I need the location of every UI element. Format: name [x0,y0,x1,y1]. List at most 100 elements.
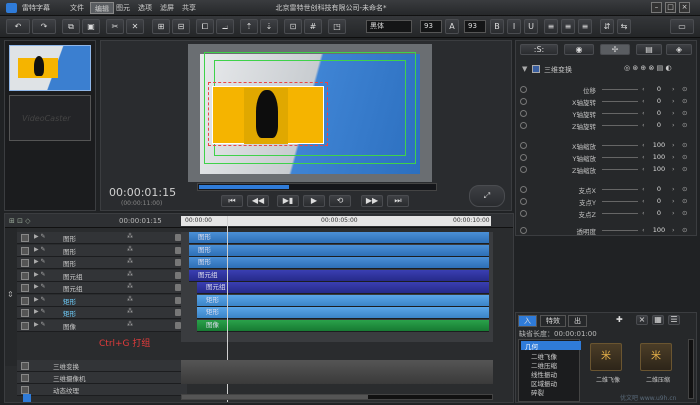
prop-row[interactable]: Y轴旋转 ‹ 0 › ⊙ [520,109,692,119]
expand-icon[interactable]: ▶ ✎ [34,258,46,265]
prop-slider[interactable] [602,157,638,158]
prop-row[interactable]: 支点X ‹ 0 › ⊙ [520,185,692,195]
extra-layer-row[interactable]: 动态纹理 [17,384,187,396]
keyframe-icon[interactable] [520,86,527,93]
decrease-icon[interactable]: ‹ [642,85,645,93]
increase-icon[interactable]: › [672,165,675,173]
library-tab-out[interactable]: 出 [568,315,587,327]
keyframe-icon[interactable] [520,98,527,105]
loop-icon[interactable]: ⟲ [329,195,351,207]
text-align-center-icon[interactable]: ≡ [561,19,575,34]
layer-down-icon[interactable]: ⇣ [260,19,278,34]
font-size-field-2[interactable]: 93 [464,20,486,33]
undo-icon[interactable]: ↶ [6,19,30,34]
visibility-checkbox[interactable] [21,284,29,292]
layer-row[interactable]: ▶ ✎ 图形 ⁂ [17,232,187,244]
decrease-icon[interactable]: ‹ [642,197,645,205]
close-icon[interactable]: × [679,2,690,13]
expand-icon[interactable]: ▶ ✎ [34,308,46,315]
preview-canvas[interactable] [188,44,432,182]
prop-collapse-icon[interactable]: ▼ [522,65,527,73]
decrease-icon[interactable]: ‹ [642,97,645,105]
keyframe-icon[interactable] [520,166,527,173]
library-tab-effect[interactable]: 特效 [540,315,566,327]
track-clip[interactable]: 图元组 [189,269,489,282]
keyframe-icon[interactable] [520,186,527,193]
layer-up-icon[interactable]: ⇡ [240,19,258,34]
increase-icon[interactable]: › [672,153,675,161]
library-tab-in[interactable]: 入 [518,315,537,327]
library-close-icon[interactable]: × [636,315,648,325]
prop-slider[interactable] [602,101,638,102]
menu-element[interactable]: 图元 [112,2,134,14]
goto-start-icon[interactable]: ⏮ [221,195,243,207]
effect-folder-icon[interactable]: 米 [590,343,622,371]
increase-icon[interactable]: › [672,109,675,117]
effect-track[interactable] [181,360,493,384]
keyframe-icon[interactable] [520,227,527,234]
reset-icon[interactable]: ⊙ [682,121,687,129]
reset-icon[interactable]: ⊙ [682,153,687,161]
prop-header-icons[interactable]: ◎ ⊛ ⊕ ⊗ ▤ ◐ [624,64,672,72]
expand-icon[interactable]: ▶ ✎ [34,233,46,240]
prop-slider[interactable] [602,113,638,114]
track-clip[interactable]: 图形 [189,244,489,257]
underline-icon[interactable]: U [524,19,538,34]
visibility-checkbox[interactable] [21,271,29,280]
expand-icon[interactable]: ▶ ✎ [34,283,46,290]
increase-icon[interactable]: › [672,209,675,217]
minimize-icon[interactable]: – [651,2,662,13]
play-icon[interactable]: ▶ [303,195,325,207]
monitor-icon[interactable]: ▭ [670,19,694,34]
category-item[interactable]: 二维飞像 [527,351,587,361]
reset-icon[interactable]: ⊙ [682,85,687,93]
expand-icon[interactable]: ▶ ✎ [34,321,46,328]
ungroup-icon[interactable]: ⧡ [216,19,234,34]
zoom-icon[interactable] [23,394,31,402]
reset-icon[interactable]: ⊙ [682,165,687,173]
category-item[interactable]: 碎裂 [527,387,587,397]
text-horizontal-icon[interactable]: ⇆ [617,19,631,34]
layer-row[interactable]: ▶ ✎ 图元组 ⁂ [17,269,187,282]
menu-options[interactable]: 选项 [134,2,156,14]
text-align-left-icon[interactable]: ≡ [544,19,558,34]
step-play-icon[interactable]: ▶▮ [277,195,299,207]
decrease-icon[interactable]: ‹ [642,165,645,173]
scrollbar-thumb[interactable] [182,395,368,399]
prop-slider[interactable] [602,201,638,202]
paste-icon[interactable]: ▣ [82,19,100,34]
lock-icon[interactable]: ⊡ [284,19,302,34]
track-clip[interactable]: 图形 [189,257,489,269]
preview-scrubber[interactable] [197,183,437,191]
prop-row[interactable]: Y轴缩放 ‹ 100 › ⊙ [520,153,692,163]
delete-icon[interactable]: ✕ [126,19,144,34]
category-item[interactable]: 区域振动 [527,378,587,388]
prop-row[interactable]: X轴旋转 ‹ 0 › ⊙ [520,97,692,107]
move-icon[interactable]: ⇕ [7,290,14,299]
redo-icon[interactable]: ↷ [32,19,56,34]
prop-slider[interactable] [602,189,638,190]
reset-icon[interactable]: ⊙ [682,226,687,234]
reset-icon[interactable]: ⊙ [682,141,687,149]
thumbnail-page-2[interactable]: VideoCaster [9,95,91,141]
track-clip[interactable]: 矩形 [197,307,489,319]
reset-icon[interactable]: ⊙ [682,197,687,205]
category-item[interactable]: 线性振动 [527,369,587,379]
grid-icon[interactable]: # [304,19,322,34]
category-item[interactable]: 二维压缩 [527,360,587,370]
decrease-icon[interactable]: ‹ [642,109,645,117]
thumbnail-page-1[interactable] [9,45,91,91]
layer-row[interactable]: ▶ ✎ 图元组 ⁂ [17,282,187,294]
reset-icon[interactable]: ⊙ [682,97,687,105]
prop-value[interactable]: 100 [648,226,670,234]
track-clip[interactable]: 图元组 [197,282,489,294]
align-center-icon[interactable]: ⊟ [172,19,190,34]
prop-row[interactable]: Z轴缩放 ‹ 100 › ⊙ [520,165,692,175]
timeline-scrollbar[interactable] [181,394,493,400]
library-add-icon[interactable]: ✚ [616,315,623,324]
keyframe-icon[interactable] [520,210,527,217]
menu-filter[interactable]: 滤屏 [156,2,178,14]
track-clip[interactable]: 矩形 [197,294,489,307]
extra-layer-row[interactable]: 三维摄像机 [17,372,187,384]
increase-icon[interactable]: › [672,141,675,149]
